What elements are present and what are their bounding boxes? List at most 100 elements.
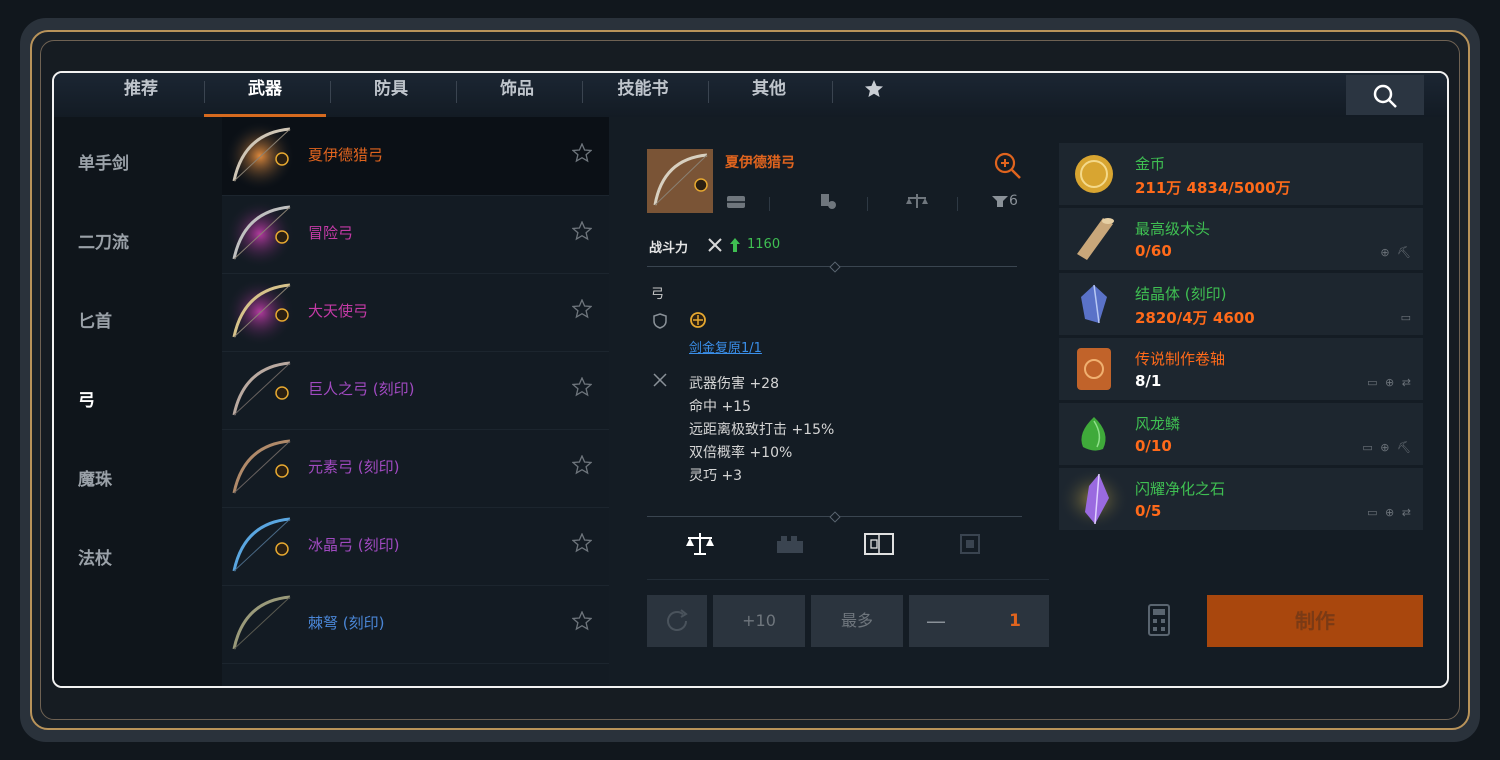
bow-icon	[232, 361, 291, 416]
material-row[interactable]: 闪耀净化之石 0/5 ▭ ⊕ ⇄	[1059, 468, 1423, 530]
material-row[interactable]: 最高级木头 0/60 ⊕ ⛏	[1059, 208, 1423, 270]
crossed-swords-icon	[653, 373, 667, 387]
quantity-value[interactable]: 1	[999, 595, 1031, 647]
search-button[interactable]	[1346, 75, 1424, 115]
decrease-button[interactable]: —	[921, 595, 951, 647]
item-name: 巨人之弓 (刻印)	[308, 380, 415, 398]
tab-divider	[832, 81, 833, 103]
shield-icon	[653, 313, 667, 329]
calculator-icon[interactable]	[1147, 603, 1171, 637]
item-name: 冰晶弓 (刻印)	[308, 536, 400, 554]
material-name: 传说制作卷轴	[1135, 350, 1226, 368]
category-dagger[interactable]: 匕首	[78, 307, 112, 332]
craft-button[interactable]: 制作	[1207, 595, 1423, 647]
tab-favorites[interactable]	[834, 73, 914, 117]
bow-icon	[232, 595, 291, 650]
item-name: 大天使弓	[308, 302, 369, 320]
max-button[interactable]: 最多	[811, 595, 903, 647]
material-count: 0/10	[1135, 437, 1172, 455]
tab-armor[interactable]: 防具	[330, 73, 452, 117]
tab-accessories[interactable]: 饰品	[456, 73, 578, 117]
bow-icon	[226, 200, 294, 268]
favorite-star-icon[interactable]	[572, 611, 592, 631]
item-type-label: 弓	[651, 287, 665, 302]
material-name: 最高级木头	[1135, 220, 1211, 238]
material-name: 闪耀净化之石	[1135, 480, 1226, 498]
material-name: 风龙鳞	[1135, 415, 1181, 433]
zoom-in-icon[interactable]	[993, 151, 1023, 181]
divider-diamond	[829, 261, 841, 273]
anvil-icon	[992, 196, 1008, 207]
material-source-icons: ⊕ ⛏	[1380, 246, 1413, 259]
refresh-icon	[667, 609, 688, 631]
material-name: 金币	[1135, 155, 1166, 173]
item-list: 夏伊德猎弓 冒险弓 大天使弓 巨人之弓 (刻印) 元素弓 (刻印) 冰晶弓 (刻…	[222, 117, 609, 686]
list-item[interactable]: 冒险弓	[222, 195, 609, 274]
item-name: 夏伊德猎弓	[308, 146, 384, 164]
material-row[interactable]: 传说制作卷轴 8/1 ▭ ⊕ ⇄	[1059, 338, 1423, 400]
craft-attempt-count: 6	[1009, 193, 1018, 209]
material-count: 2820/4万 4600	[1135, 309, 1255, 327]
list-item[interactable]: 夏伊德猎弓	[222, 117, 609, 196]
material-count: 211万 4834/5000万	[1135, 179, 1291, 197]
stat-line: 双倍概率 +10%	[689, 445, 793, 461]
material-count: 0/60	[1135, 242, 1172, 260]
item-detail-panel: 夏伊德猎弓 6 战斗力 1160 弓 剑金复原1/1 武器伤害 +28 命中 +…	[609, 117, 1417, 686]
list-item[interactable]: 巨人之弓 (刻印)	[222, 351, 609, 430]
search-icon	[1373, 84, 1397, 108]
purification-stone-icon	[1059, 468, 1129, 530]
tab-other[interactable]: 其他	[708, 73, 830, 117]
dragon-scale-icon	[1081, 417, 1106, 451]
list-item[interactable]: 冰晶弓 (刻印)	[222, 507, 609, 586]
tab-skill-books[interactable]: 技能书	[582, 73, 704, 117]
arrow-up-icon	[730, 238, 740, 252]
info-box-icon[interactable]	[959, 533, 981, 555]
item-name: 棘弩 (刻印)	[308, 614, 385, 632]
divider	[867, 197, 868, 211]
scale-icon	[906, 194, 928, 208]
materials-tab-icon[interactable]	[775, 533, 805, 555]
set-bonus-link[interactable]: 剑金复原1/1	[689, 337, 762, 356]
favorite-star-icon[interactable]	[572, 533, 592, 553]
material-source-icons: ▭	[1400, 311, 1413, 324]
bow-icon	[232, 517, 291, 572]
combat-power-value: 1160	[747, 237, 781, 252]
category-orb[interactable]: 魔珠	[78, 465, 112, 490]
materials-panel: 金币 211万 4834/5000万 最高级木头 0/60 ⊕ ⛏ 结晶体 (刻…	[1049, 117, 1447, 686]
book-icon[interactable]	[863, 531, 895, 557]
scroll-icon	[1077, 348, 1111, 390]
material-row[interactable]: 结晶体 (刻印) 2820/4万 4600 ▭	[1059, 273, 1423, 335]
divider	[769, 197, 770, 211]
favorite-star-icon[interactable]	[572, 143, 592, 163]
detail-item-name: 夏伊德猎弓	[725, 155, 795, 171]
material-count: 0/5	[1135, 502, 1162, 520]
trade-icon	[821, 194, 836, 209]
bow-icon	[232, 439, 291, 494]
bow-icon	[226, 278, 294, 346]
category-staff[interactable]: 法杖	[78, 544, 112, 569]
star-icon	[865, 80, 883, 97]
material-row[interactable]: 风龙鳞 0/10 ▭ ⊕ ⛏	[1059, 403, 1423, 465]
tab-recommended[interactable]: 推荐	[80, 73, 202, 117]
plus-ten-button[interactable]: +10	[713, 595, 805, 647]
divider	[957, 197, 958, 211]
favorite-star-icon[interactable]	[572, 221, 592, 241]
material-source-icons: ▭ ⊕ ⛏	[1362, 441, 1413, 454]
category-dual-blades[interactable]: 二刀流	[78, 228, 129, 253]
list-item[interactable]: 元素弓 (刻印)	[222, 429, 609, 508]
list-item[interactable]: 棘弩 (刻印)	[222, 585, 609, 664]
category-bow[interactable]: 弓	[78, 386, 95, 411]
favorite-star-icon[interactable]	[572, 377, 592, 397]
storage-icon	[727, 196, 745, 208]
crossed-swords-icon	[708, 238, 722, 252]
tab-weapons[interactable]: 武器	[204, 73, 326, 117]
category-one-hand-sword[interactable]: 单手剑	[78, 149, 129, 174]
stat-line: 命中 +15	[689, 399, 751, 415]
gold-coin-icon	[1075, 155, 1113, 193]
favorite-star-icon[interactable]	[572, 455, 592, 475]
refresh-button[interactable]	[647, 595, 707, 647]
list-item[interactable]: 大天使弓	[222, 273, 609, 352]
favorite-star-icon[interactable]	[572, 299, 592, 319]
material-row[interactable]: 金币 211万 4834/5000万	[1059, 143, 1423, 205]
compare-scale-icon[interactable]	[685, 531, 715, 557]
